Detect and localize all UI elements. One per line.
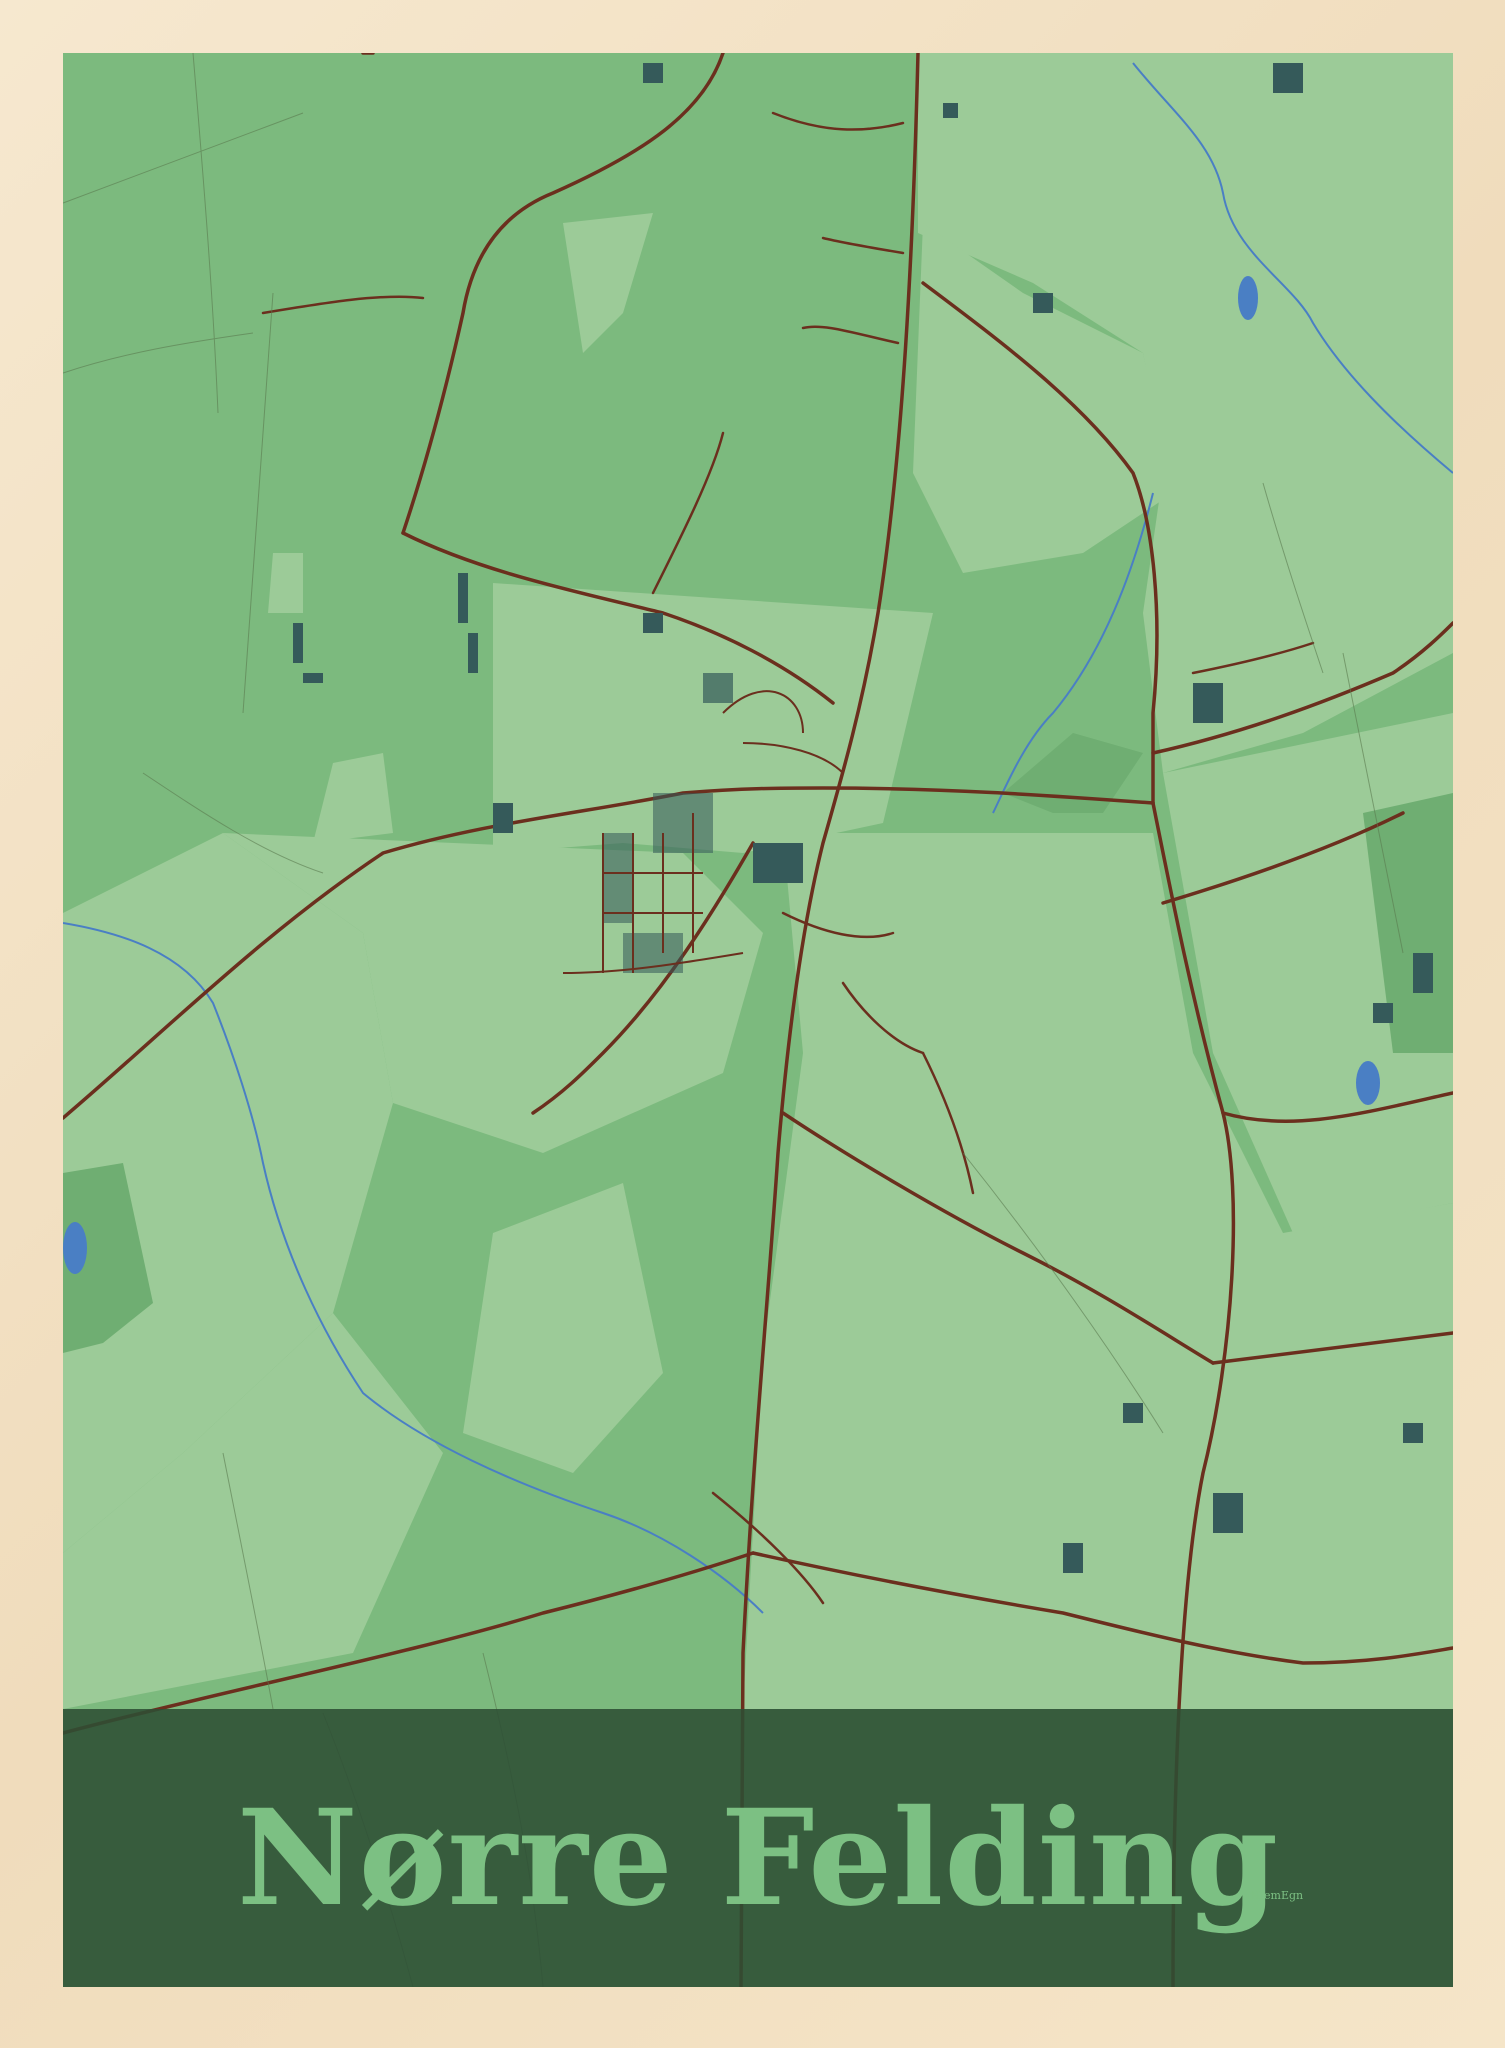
building-icon [1213, 1493, 1243, 1533]
building-icon [753, 843, 803, 883]
building-icon [643, 63, 663, 83]
building-icon [1273, 63, 1303, 93]
building-icon [943, 103, 958, 118]
map-poster: Nørre Felding HjemEgn [63, 53, 1453, 1987]
poster-frame: Nørre Felding HjemEgn [0, 0, 1505, 2048]
building-icon [1373, 1003, 1393, 1023]
brand-mark: HjemEgn [1251, 1889, 1304, 1902]
building-icon [303, 673, 323, 683]
building-icon [1123, 1403, 1143, 1423]
building-icon [643, 613, 663, 633]
building-icon [1403, 1423, 1423, 1443]
lake-icon [1238, 276, 1258, 320]
building-icon [293, 623, 303, 663]
lake-icon [63, 1222, 87, 1274]
lake-icon [1356, 1061, 1380, 1105]
field-patch-west [268, 553, 303, 613]
building-icon [1033, 293, 1053, 313]
building-icon [458, 573, 468, 623]
map-canvas [63, 53, 1453, 1987]
building-icon [1413, 953, 1433, 993]
building-icon [703, 673, 733, 703]
building-icon [493, 803, 513, 833]
building-icon [468, 633, 478, 673]
building-icon [603, 833, 633, 923]
poster-title: Nørre Felding [236, 1781, 1280, 1936]
building-icon [1193, 683, 1223, 723]
building-icon [1063, 1543, 1083, 1573]
